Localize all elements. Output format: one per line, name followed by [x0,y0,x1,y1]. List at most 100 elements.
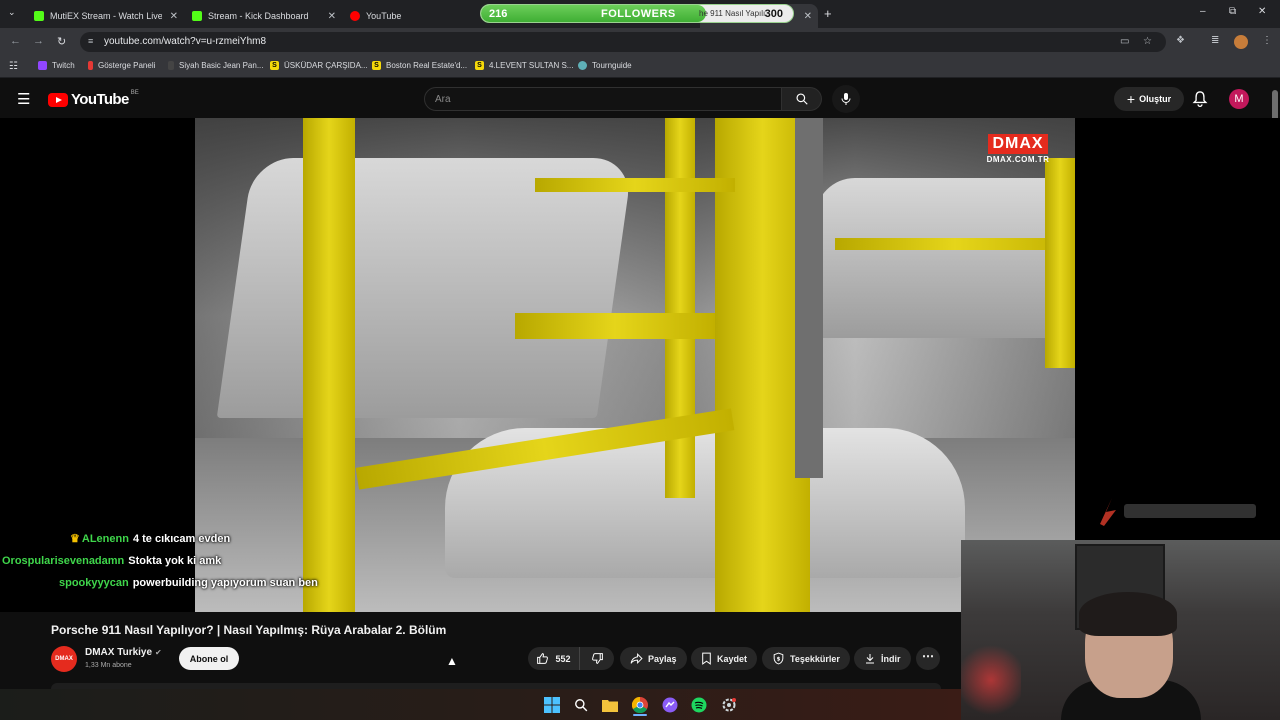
chat-message: spookyyycan powerbuilding yapıyorum suan … [59,577,318,589]
close-tab-icon[interactable]: ✕ [170,11,178,22]
kick-icon [192,11,202,21]
chat-text: powerbuilding yapıyorum suan ben [132,577,318,589]
bookmark-twitch[interactable]: Twitch [38,61,75,70]
window-close-icon[interactable]: ✕ [1258,6,1266,17]
bookmark-dashboard[interactable]: Gösterge Paneli [88,61,155,70]
windows-taskbar [0,689,961,720]
address-bar[interactable]: ≡ youtube.com/watch?v=u-rzmeiYhm8 ▭ ☆ [80,32,1166,52]
browser-menu-kebab-icon[interactable]: ⋮ [1262,35,1272,46]
like-dislike-group: 552 [528,647,614,670]
yellow-beam [515,313,715,339]
channel-name[interactable]: DMAX Turkiye [85,647,152,658]
minimize-icon[interactable]: – [1200,6,1206,17]
messenger-icon[interactable] [661,696,679,714]
streamer-hair [1079,592,1177,636]
search-box[interactable] [424,87,782,111]
super-thanks-icon: $ [773,652,784,665]
dmax-wordmark: DMAX [988,134,1048,154]
bookmark-boston[interactable]: S Boston Real Estate'd... [372,61,467,70]
crown-badge-icon: ♛ [70,533,80,545]
dashboard-icon [88,61,93,70]
download-button[interactable]: İndir [854,647,911,670]
subscribe-button[interactable]: Abone ol [179,647,239,670]
dislike-button[interactable] [581,647,614,670]
youtube-play-icon [48,92,68,107]
thumbs-down-icon [592,653,603,664]
like-button[interactable]: 552 [528,647,580,670]
bookmark-tournguide[interactable]: Tournguide [578,61,632,70]
chrome-icon[interactable] [631,696,649,714]
taskbar-search-icon[interactable] [572,696,590,714]
video-frame[interactable]: DMAX DMAX.COM.TR [195,118,1075,612]
twitch-icon [38,61,47,70]
site-info-icon[interactable]: ≡ [88,36,93,46]
extensions-puzzle-icon[interactable]: ❖ [1176,35,1185,46]
bookmark-uskudar[interactable]: S ÜSKÜDAR ÇARŞIDA... [270,61,368,70]
shop-icon [168,61,174,70]
search-button[interactable] [782,87,822,111]
sahibinden-icon: S [372,61,381,70]
create-button[interactable]: + Oluştur [1114,87,1184,111]
windows-start-icon[interactable] [543,696,561,714]
followers-current: 216 [489,8,508,20]
chat-text: Stokta yok ki amk [128,555,222,567]
save-button[interactable]: Kaydet [691,647,758,670]
bookmark-label: ÜSKÜDAR ÇARŞIDA... [284,61,368,70]
taskbar-active-indicator [633,714,647,716]
bookmark-star-icon[interactable]: ☆ [1143,36,1152,47]
dmax-url: DMAX.COM.TR [986,155,1050,164]
share-button[interactable]: Paylaş [620,647,687,670]
bookmark-label: 4.LEVENT SULTAN S... [489,61,574,70]
browser-profile-avatar[interactable] [1234,35,1248,49]
bookmark-levent[interactable]: S 4.LEVENT SULTAN S... [475,61,573,70]
youtube-logo[interactable]: YouTube BE [48,89,139,108]
search-input[interactable] [425,88,781,110]
chat-text: 4 te cıkıcam evden [132,533,231,545]
cast-icon[interactable]: ▭ [1120,36,1129,47]
sahibinden-icon: S [270,61,279,70]
bookmark-icon [702,652,711,665]
active-tab-title-fragment: he 911 Nasıl Yapılı [699,9,766,18]
spotify-icon[interactable] [690,696,708,714]
forward-arrow-icon[interactable]: → [33,35,44,47]
notifications-bell-icon[interactable] [1192,90,1208,107]
search-icon [795,93,808,105]
like-count: 552 [555,653,571,664]
subscriber-count: 1,33 Mn abone [85,662,132,669]
close-tab-icon[interactable]: ✕ [328,11,336,22]
tab-title: MutiEX Stream - Watch Live on [50,11,162,21]
bookmark-jean[interactable]: Siyah Basic Jean Pan... [168,61,264,70]
reload-icon[interactable]: ↻ [57,35,66,48]
address-bar-url: youtube.com/watch?v=u-rzmeiYhm8 [104,36,267,47]
thanks-button[interactable]: $ Teşekkürler [762,647,850,670]
car-body-shell [815,178,1075,338]
create-label: Oluştur [1139,94,1172,104]
tab-search-chevron-icon[interactable]: ⌄ [8,7,16,18]
voice-search-button[interactable] [832,85,860,113]
apps-grid-icon[interactable]: ☷ [9,61,18,72]
plus-icon: + [1126,91,1136,107]
channel-avatar[interactable]: DMAX [51,646,77,672]
close-tab-icon[interactable]: ✕ [804,11,812,22]
browser-tab-youtube[interactable]: YouTube [342,4,472,28]
file-explorer-icon[interactable] [601,696,619,714]
region-code: BE [130,89,139,96]
kick-icon [34,11,44,21]
new-tab-plus-icon[interactable]: + [824,6,832,21]
back-arrow-icon[interactable]: ← [10,35,21,47]
browser-tab-mutiex[interactable]: MutiEX Stream - Watch Live on ✕ [26,4,184,28]
bookmark-label: Tournguide [592,61,632,70]
account-avatar[interactable]: M [1229,89,1249,109]
media-controls-icon[interactable]: ≣ [1211,35,1219,46]
yellow-post [1045,158,1075,368]
restore-icon[interactable]: ⧉ [1229,6,1236,17]
browser-tab-kick-dashboard[interactable]: Stream - Kick Dashboard ✕ [184,4,342,28]
grey-column [795,118,823,478]
verified-check-icon: ✔ [155,648,162,657]
settings-gear-icon[interactable] [720,696,738,714]
save-label: Kaydet [717,653,748,664]
webcam-light [961,640,1021,720]
hamburger-menu-icon[interactable]: ☰ [17,90,30,108]
more-actions-icon[interactable]: ⋯ [916,647,940,670]
youtube-header: ☰ YouTube BE + Oluştur M [0,80,1280,118]
